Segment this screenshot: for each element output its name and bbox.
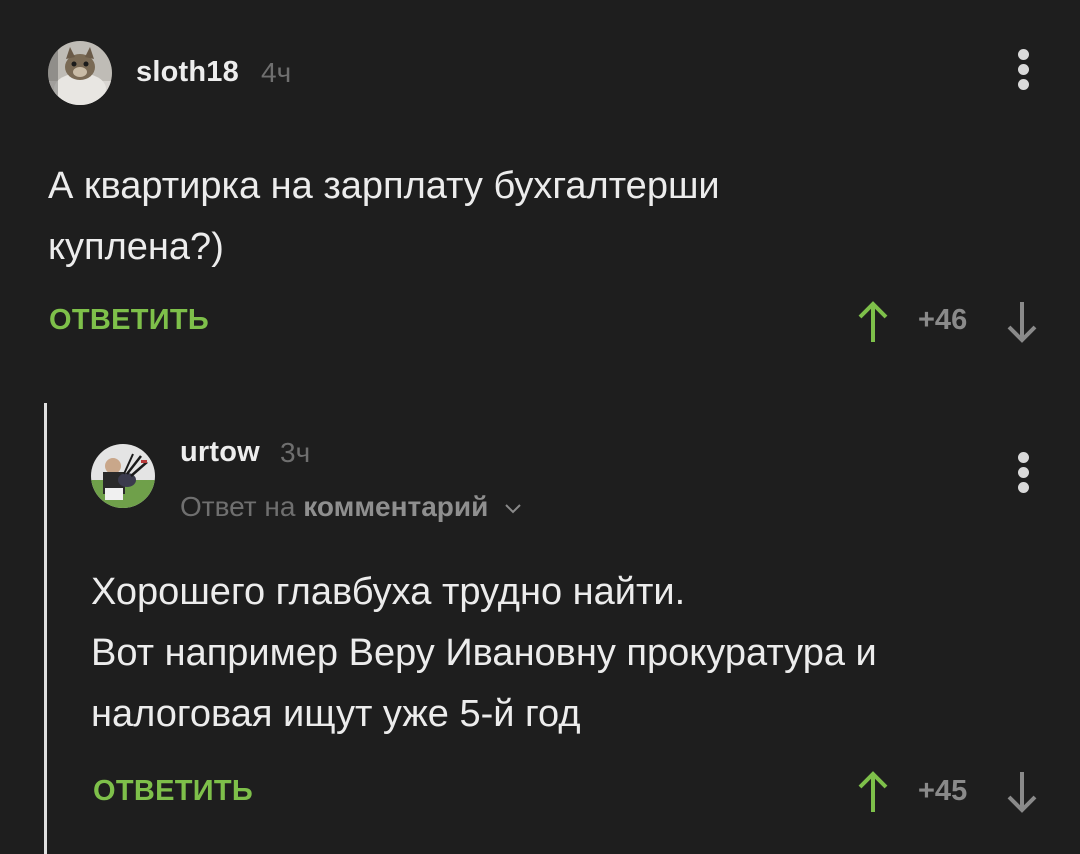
more-options-icon[interactable] (1011, 452, 1035, 500)
downvote-arrow-icon[interactable] (1004, 768, 1040, 816)
bagpiper-avatar-icon (91, 444, 155, 508)
user-avatar[interactable] (91, 444, 155, 508)
comment-line: налоговая ищут уже 5-й год (91, 693, 581, 735)
reply-to-target: комментарий (303, 491, 489, 522)
comment-body: Хорошего главбуха трудно найти. Вот напр… (91, 562, 1051, 745)
comment-line: Вот например Веру Ивановну прокуратура и (91, 632, 877, 674)
vote-count: +45 (918, 775, 968, 807)
username[interactable]: urtow (180, 436, 260, 469)
chevron-down-icon (505, 503, 521, 514)
comments-screen: sloth18 4ч А квартирка на зарплату бухга… (0, 0, 1080, 854)
reply-comment: urtow 3ч Ответ на комментарий Хорошего г… (0, 0, 1080, 813)
reply-to-prefix: Ответ на (180, 491, 296, 522)
comment-time: 3ч (280, 437, 311, 468)
comment-line: Хорошего главбуха трудно найти. (91, 571, 686, 613)
thread-line (44, 403, 47, 854)
upvote-arrow-icon[interactable] (855, 768, 891, 816)
reply-button[interactable]: ОТВЕТИТЬ (93, 775, 253, 808)
reply-to-link[interactable]: Ответ на комментарий (180, 491, 522, 523)
